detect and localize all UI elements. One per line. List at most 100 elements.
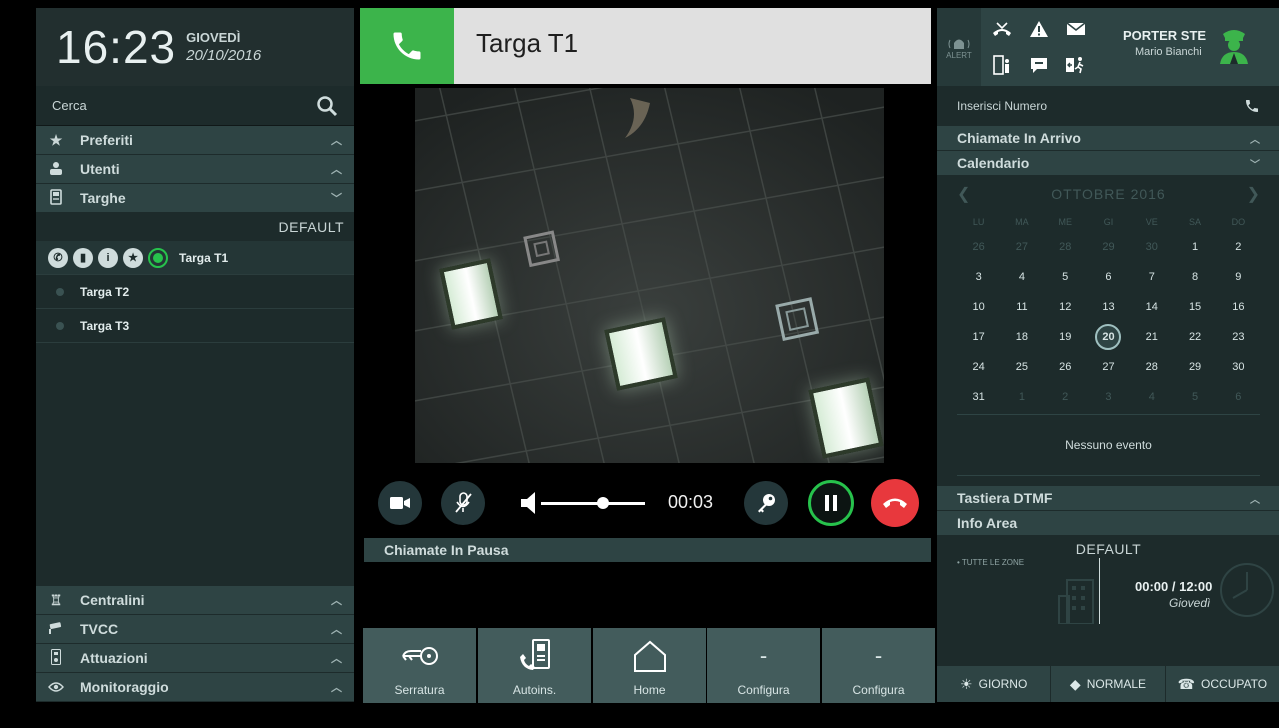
calendar-day[interactable]: 23	[1217, 322, 1260, 352]
calendar-day[interactable]: 5	[1173, 382, 1216, 412]
section-preferiti[interactable]: ★ Preferiti ︿	[36, 126, 354, 155]
warning-icon[interactable]	[1022, 12, 1056, 46]
calendar-day[interactable]: 15	[1173, 292, 1216, 322]
dial-input[interactable]: Inserisci Numero	[937, 86, 1279, 126]
porter-avatar-icon[interactable]	[1217, 26, 1251, 71]
exit-icon[interactable]	[1059, 48, 1093, 82]
calendar-day[interactable]: 18	[1000, 322, 1043, 352]
key-button[interactable]	[744, 481, 788, 525]
calendar-day[interactable]: 22	[1173, 322, 1216, 352]
calendar-day[interactable]: 27	[1000, 232, 1043, 262]
calendar-day[interactable]: 24	[957, 352, 1000, 382]
calendar-day[interactable]: 6	[1087, 262, 1130, 292]
calendar-day[interactable]: 20	[1087, 322, 1130, 352]
calendar-day[interactable]: 31	[957, 382, 1000, 412]
calendar-day[interactable]: 12	[1044, 292, 1087, 322]
home-button[interactable]: Home	[593, 628, 706, 703]
chevron-up-icon: ︿	[331, 595, 342, 607]
calendar-day[interactable]: 3	[1087, 382, 1130, 412]
calendar-day[interactable]: 30	[1217, 352, 1260, 382]
section-targhe[interactable]: Targhe ﹀	[36, 184, 354, 213]
section-info-area[interactable]: Info Area	[937, 511, 1279, 536]
chevron-up-icon: ︿	[1250, 134, 1260, 146]
configura-button-2[interactable]: - Configura	[822, 628, 935, 703]
mode-normale-button[interactable]: ◆ NORMALE	[1051, 666, 1166, 702]
message-icon[interactable]	[1022, 48, 1056, 82]
calendar-day[interactable]: 28	[1130, 352, 1173, 382]
calendar-day[interactable]: 30	[1130, 232, 1173, 262]
section-incoming-calls[interactable]: Chiamate In Arrivo ︿	[937, 126, 1279, 151]
calendar-year: 2016	[1130, 186, 1166, 202]
calendar-day[interactable]: 29	[1173, 352, 1216, 382]
mute-button[interactable]	[441, 481, 485, 525]
volume-control[interactable]	[519, 488, 649, 518]
calendar-day[interactable]: 9	[1217, 262, 1260, 292]
targa-item-t1[interactable]: ✆ ▮ i ★ Targa T1	[36, 241, 354, 275]
info-icon[interactable]: i	[98, 247, 118, 268]
calendar-day[interactable]: 19	[1044, 322, 1087, 352]
alert-button[interactable]: ALERT	[937, 8, 981, 86]
section-calendar[interactable]: Calendario ﹀	[937, 151, 1279, 176]
section-utenti[interactable]: Utenti ︿	[36, 155, 354, 184]
search-input[interactable]: Cerca	[52, 98, 87, 113]
calendar-day[interactable]: 4	[1000, 262, 1043, 292]
calendar-day[interactable]: 14	[1130, 292, 1173, 322]
calendar-day[interactable]: 6	[1217, 382, 1260, 412]
chevron-up-icon: ︿	[331, 653, 342, 665]
mode-occupato-button[interactable]: ☎ OCCUPATO	[1166, 666, 1279, 702]
prev-month-icon[interactable]: ❮	[957, 184, 970, 204]
calendar-day[interactable]: 10	[957, 292, 1000, 322]
calendar-day[interactable]: 1	[1173, 232, 1216, 262]
door-icon[interactable]: ▮	[73, 247, 93, 268]
next-month-icon[interactable]: ❯	[1247, 184, 1260, 204]
search-icon[interactable]	[316, 95, 338, 117]
calendar-day[interactable]: 2	[1217, 232, 1260, 262]
video-toggle-button[interactable]	[378, 481, 422, 525]
calendar-day[interactable]: 25	[1000, 352, 1043, 382]
mail-icon[interactable]	[1059, 12, 1093, 46]
calendar-day[interactable]: 28	[1044, 232, 1087, 262]
configura-button-1[interactable]: - Configura	[707, 628, 820, 703]
video-feed[interactable]	[415, 88, 884, 463]
section-dtmf[interactable]: Tastiera DTMF ︿	[937, 486, 1279, 511]
lock-key-icon	[399, 628, 441, 683]
porter-info: PORTER STE Mario Bianchi	[1123, 28, 1206, 58]
calendar-day[interactable]: 17	[957, 322, 1000, 352]
section-centralini[interactable]: ♖ Centralini ︿	[36, 586, 354, 615]
serratura-button[interactable]: Serratura	[363, 628, 476, 703]
calendar-day[interactable]: 1	[1000, 382, 1043, 412]
phone-icon[interactable]	[1244, 98, 1260, 114]
hangup-button[interactable]	[871, 479, 919, 527]
calendar-day[interactable]: 26	[957, 232, 1000, 262]
calendar-day[interactable]: 4	[1130, 382, 1173, 412]
mode-giorno-button[interactable]: ☀ GIORNO	[937, 666, 1052, 702]
door-person-icon[interactable]	[985, 48, 1019, 82]
search-bar[interactable]: Cerca	[36, 86, 354, 126]
status-bar: ALERT PORTER STE Mario Bianchi	[937, 8, 1279, 86]
calendar-day[interactable]: 27	[1087, 352, 1130, 382]
targa-item-t3[interactable]: Targa T3	[36, 309, 354, 343]
call-icon[interactable]: ✆	[48, 247, 68, 268]
calendar-day[interactable]: 11	[1000, 292, 1043, 322]
targa-item-t2[interactable]: Targa T2	[36, 275, 354, 309]
paused-calls-header[interactable]: Chiamate In Pausa	[364, 538, 931, 562]
missed-call-icon[interactable]	[985, 12, 1019, 46]
section-tvcc[interactable]: TVCC ︿	[36, 615, 354, 644]
favorite-icon[interactable]: ★	[123, 247, 143, 268]
calendar-day[interactable]: 16	[1217, 292, 1260, 322]
calendar-day[interactable]: 21	[1130, 322, 1173, 352]
diamond-icon: ◆	[1069, 675, 1081, 692]
autoinserimento-button[interactable]: Autoins.	[478, 628, 591, 703]
calendar-day[interactable]: 2	[1044, 382, 1087, 412]
section-attuazioni[interactable]: Attuazioni ︿	[36, 644, 354, 673]
active-call-button[interactable]	[360, 8, 454, 84]
calendar-day[interactable]: 3	[957, 262, 1000, 292]
calendar-day[interactable]: 5	[1044, 262, 1087, 292]
calendar-day[interactable]: 13	[1087, 292, 1130, 322]
calendar-day[interactable]: 8	[1173, 262, 1216, 292]
calendar-day[interactable]: 26	[1044, 352, 1087, 382]
calendar-day[interactable]: 7	[1130, 262, 1173, 292]
section-monitoraggio[interactable]: Monitoraggio ︿	[36, 673, 354, 702]
pause-button[interactable]	[808, 480, 854, 526]
calendar-day[interactable]: 29	[1087, 232, 1130, 262]
